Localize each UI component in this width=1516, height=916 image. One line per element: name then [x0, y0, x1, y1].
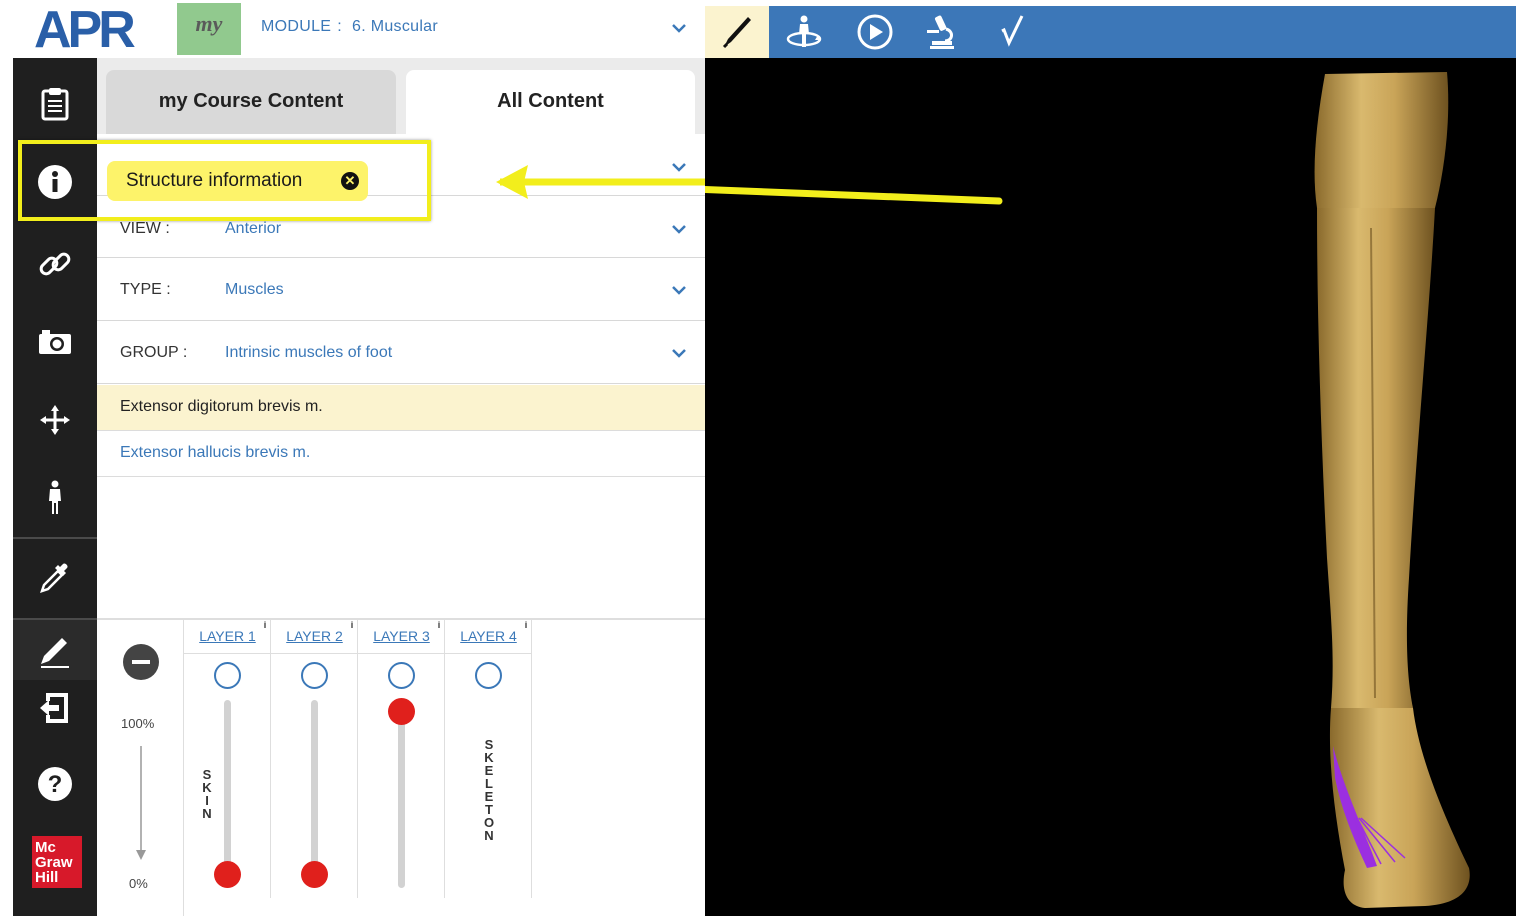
module-selector[interactable]: MODULE:6. Muscular: [261, 18, 438, 36]
layer-column-2: LAYER 2i: [271, 620, 358, 898]
opacity-column: 100% 0%: [97, 620, 184, 916]
layer-column-3: LAYER 3i: [358, 620, 445, 898]
type-filter[interactable]: TYPE : Muscles: [97, 259, 705, 321]
eyedropper-icon[interactable]: [13, 538, 97, 618]
list-item[interactable]: Extensor digitorum brevis m.: [97, 385, 705, 431]
move-icon[interactable]: [13, 380, 97, 460]
tab-my-course-content[interactable]: my Course Content: [106, 70, 396, 134]
exit-icon[interactable]: [13, 668, 97, 748]
type-chevron-down-icon[interactable]: [671, 282, 687, 298]
tab-all-content[interactable]: All Content: [406, 70, 695, 134]
view-filter-label: VIEW :: [120, 220, 170, 237]
layer-slider-knob-1[interactable]: [214, 861, 241, 888]
type-filter-label: TYPE :: [120, 281, 171, 298]
annotation-arrow: [705, 185, 1003, 205]
quiz-check-icon[interactable]: [984, 6, 1042, 58]
type-filter-value: Muscles: [225, 281, 284, 298]
group-chevron-down-icon[interactable]: [671, 345, 687, 361]
mcgraw-hill-logo: Mc Graw Hill: [32, 836, 82, 888]
tooltip-close-icon[interactable]: ✕: [341, 172, 359, 190]
structure-info-tooltip: Structure information ✕: [107, 161, 368, 201]
tooltip-text: Structure information: [126, 170, 303, 191]
svg-text:?: ?: [48, 771, 63, 798]
layer-slider-track-1[interactable]: [224, 700, 231, 888]
group-filter[interactable]: GROUP : Intrinsic muscles of foot: [97, 322, 705, 384]
microscope-icon[interactable]: [912, 6, 970, 58]
view-toolbar: [705, 6, 1516, 58]
help-icon[interactable]: ?: [13, 744, 97, 824]
layer-slider-knob-2[interactable]: [301, 861, 328, 888]
dissect-icon[interactable]: [705, 6, 769, 58]
human-figure-icon[interactable]: [13, 458, 97, 538]
module-separator: :: [337, 18, 343, 35]
module-chevron-down-icon[interactable]: [671, 20, 687, 36]
group-filter-label: GROUP :: [120, 344, 188, 361]
opacity-min-label: 0%: [129, 876, 148, 891]
header: APR & my MODULE:6. Muscular: [0, 0, 705, 59]
layer-name-skeleton: SKELETON: [483, 737, 495, 843]
layer-info-icon[interactable]: i: [434, 620, 444, 630]
layer-info-icon[interactable]: i: [347, 620, 357, 630]
play-icon[interactable]: [846, 6, 904, 58]
layer-info-icon[interactable]: i: [521, 620, 531, 630]
layer-name-skin: SKIN: [202, 767, 212, 821]
logo-ampersand: &: [78, 37, 90, 54]
opacity-max-label: 100%: [121, 716, 155, 731]
layer-radio-4[interactable]: [475, 662, 502, 689]
layer-tab-2[interactable]: LAYER 2i: [271, 620, 358, 654]
view-chevron-down-icon[interactable]: [671, 221, 687, 237]
my-badge[interactable]: my: [177, 3, 241, 55]
layer-tab-3[interactable]: LAYER 3i: [358, 620, 445, 654]
list-item[interactable]: Extensor hallucis brevis m.: [97, 431, 705, 477]
link-icon[interactable]: [13, 224, 97, 304]
layer-slider-knob-3[interactable]: [388, 698, 415, 725]
layer-column-4: LAYER 4i SKELETON: [445, 620, 532, 898]
rotate-figure-icon[interactable]: [775, 6, 833, 58]
layer-radio-1[interactable]: [214, 662, 241, 689]
module-label: MODULE: [261, 18, 332, 35]
annotation-arrow-head: [496, 165, 705, 199]
camera-icon[interactable]: [13, 302, 97, 382]
layers-panel: 100% 0% LAYER 1i SKIN LAYER 2i LAYER 3i: [97, 618, 705, 916]
content-tabs: my Course Content All Content: [97, 58, 705, 134]
opacity-arrow-icon: [136, 746, 146, 860]
apr-logo: APR &: [34, 1, 158, 59]
layer-column-1: LAYER 1i SKIN: [184, 620, 271, 898]
leg-model[interactable]: [1314, 72, 1470, 908]
app-window: APR & my MODULE:6. Muscular ? Mc Graw Hi…: [0, 0, 1516, 916]
layer-radio-3[interactable]: [388, 662, 415, 689]
layer-slider-track-2[interactable]: [311, 700, 318, 888]
minus-icon[interactable]: [123, 644, 159, 680]
layer-info-icon[interactable]: i: [260, 620, 270, 630]
clipboard-icon[interactable]: [13, 64, 97, 144]
group-filter-value: Intrinsic muscles of foot: [225, 344, 393, 361]
anatomy-viewer[interactable]: [705, 58, 1516, 916]
view-filter-value: Anterior: [225, 220, 282, 237]
layer-slider-track-3[interactable]: [398, 700, 405, 888]
layer-radio-2[interactable]: [301, 662, 328, 689]
module-value: 6. Muscular: [352, 18, 439, 35]
layer-tab-1[interactable]: LAYER 1i: [184, 620, 271, 654]
layer-tab-4[interactable]: LAYER 4i: [445, 620, 532, 654]
